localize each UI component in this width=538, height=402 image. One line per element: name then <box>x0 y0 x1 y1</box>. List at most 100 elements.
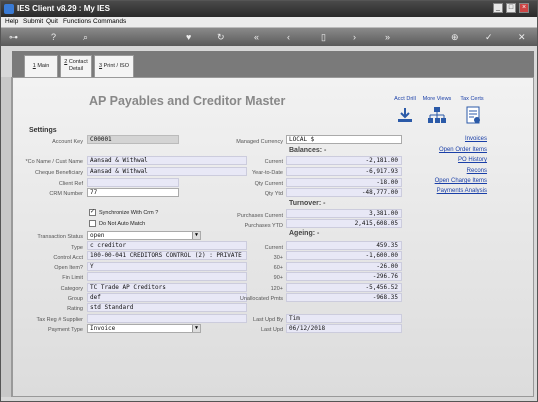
acct-drill-label: Acct Drill <box>394 96 416 102</box>
rating-field[interactable]: std Standard <box>87 303 247 312</box>
menu-help[interactable]: Help <box>5 18 18 25</box>
fast-forward-icon[interactable]: » <box>385 32 390 42</box>
age-30-label: 30+ <box>273 255 283 261</box>
account-key-field[interactable]: C00001 <box>87 135 179 144</box>
add-icon[interactable]: ⊕ <box>451 32 459 42</box>
link-invoices[interactable]: Invoices <box>397 136 487 142</box>
tax-reg-label: Tax Reg # Supplier <box>36 317 83 323</box>
group-label: Group <box>67 296 83 302</box>
menu-submit[interactable]: Submit <box>23 18 43 25</box>
rewind-icon[interactable]: « <box>254 32 259 42</box>
more-views-label: More Views <box>422 96 452 102</box>
age-120-field: -5,456.52 <box>286 283 402 292</box>
side-panel <box>1 77 12 397</box>
tab-print-label: Print / ISO <box>103 63 129 69</box>
link-payments-analysis[interactable]: Payments Analysis <box>397 188 487 194</box>
back-icon[interactable]: ‹ <box>287 32 290 42</box>
no-auto-match-label: Do Not Auto Match <box>99 221 146 227</box>
menu-commands[interactable]: Commands <box>93 18 126 25</box>
payment-type-label: Payment Type <box>47 327 83 333</box>
link-open-order-items[interactable]: Open Order Items <box>397 147 487 153</box>
turnover-heading: Turnover: - <box>289 200 326 207</box>
last-upd-by-label: Last Upd By <box>253 317 283 323</box>
age-30-field: -1,600.00 <box>286 251 402 260</box>
qty-current-label: Qty Current <box>254 181 283 187</box>
control-acct-label: Control Acct <box>53 255 83 261</box>
app-icon <box>4 4 14 14</box>
page-title: AP Payables and Creditor Master <box>89 94 286 108</box>
link-recons[interactable]: Recons <box>397 168 487 174</box>
tax-certs-icon[interactable] <box>463 106 483 124</box>
confirm-icon[interactable]: ✓ <box>485 32 493 42</box>
age-90-label: 90+ <box>273 275 283 281</box>
payment-type-select[interactable]: Invoice ▼ <box>87 324 201 333</box>
minimize-button[interactable]: _ <box>493 3 503 13</box>
favorite-icon[interactable]: ♥ <box>186 32 191 42</box>
purchases-current-label: Purchases Current <box>237 213 283 219</box>
more-views-icon[interactable] <box>427 106 447 124</box>
sync-crm-label: Synchronize With Crm ? <box>99 210 159 216</box>
age-current-field: 459.35 <box>286 241 402 250</box>
settings-heading: Settings <box>29 127 57 134</box>
tab-print-iso[interactable]: 3 Print / ISO <box>94 55 134 77</box>
tab-contact-label: Contact Detail <box>68 59 88 72</box>
toolbar: ⊶ ? ⌕ ♥ ↻ « ‹ ▯ › » ⊕ ✓ ✕ <box>1 28 537 46</box>
link-po-history[interactable]: PO History <box>397 157 487 163</box>
key-icon[interactable]: ⊶ <box>9 32 18 42</box>
age-90-field: -296.76 <box>286 272 402 281</box>
clipboard-icon[interactable]: ▯ <box>321 32 326 42</box>
tax-certs-label: Tax Certs <box>460 96 484 102</box>
current-label: Current <box>264 159 283 165</box>
year-to-date-label: Year-to-Date <box>252 170 283 176</box>
managed-currency-field[interactable]: LOCAL $ <box>286 135 402 144</box>
forward-icon[interactable]: › <box>353 32 356 42</box>
client-ref-field[interactable] <box>87 178 179 187</box>
transaction-status-label: Transaction Status <box>37 234 83 240</box>
unallocated-field: -968.35 <box>286 293 402 302</box>
qty-current-field: -18.00 <box>286 178 402 187</box>
menu-quit[interactable]: Quit <box>46 18 58 25</box>
purchases-current-field: 3,381.00 <box>286 209 402 218</box>
open-item-label: Open Item? <box>54 265 83 271</box>
managed-currency-label: Managed Currency <box>236 139 283 145</box>
balances-heading: Balances: - <box>289 147 327 154</box>
account-key-label: Account Key <box>52 139 83 145</box>
fin-limit-label: Fin Limit <box>62 275 83 281</box>
menu-bar: Help Submit Quit Functions Commands <box>1 17 537 28</box>
client-ref-label: Client Ref <box>58 181 83 187</box>
cheque-beneficiary-label: Cheque Beneficiary <box>34 170 83 176</box>
last-upd-field: 06/12/2018 <box>286 324 402 333</box>
year-to-date-field: -6,917.93 <box>286 167 402 176</box>
age-current-label: Current <box>264 245 283 251</box>
co-name-label: *Co Name / Cust Name <box>25 159 83 165</box>
qty-ytd-field: -48,777.00 <box>286 188 402 197</box>
close-button[interactable]: × <box>519 3 529 13</box>
menu-functions[interactable]: Functions <box>63 18 91 25</box>
transaction-status-value: open <box>90 232 105 239</box>
tab-main[interactable]: 1 Main <box>24 55 58 77</box>
age-60-field: -26.00 <box>286 262 402 271</box>
no-auto-match-checkbox[interactable] <box>89 220 96 227</box>
qty-ytd-label: Qty Ytd <box>264 191 283 197</box>
crm-number-field[interactable]: 77 <box>87 188 179 197</box>
unallocated-label: Unallocated Pmts <box>239 296 283 302</box>
window-title: IES Client v8.29 : My IES <box>17 4 110 13</box>
sync-crm-checkbox[interactable]: ✓ <box>89 209 96 216</box>
rating-label: Rating <box>67 306 83 312</box>
current-field: -2,181.00 <box>286 156 402 165</box>
link-open-charge-items[interactable]: Open Charge Items <box>397 178 487 184</box>
help-icon[interactable]: ? <box>51 32 56 42</box>
acct-drill-icon[interactable] <box>395 106 415 124</box>
main-content: AP Payables and Creditor Master Settings… <box>12 77 534 397</box>
transaction-status-select[interactable]: open ▼ <box>87 231 201 240</box>
payment-type-value: Invoice <box>90 325 116 332</box>
cancel-icon[interactable]: ✕ <box>518 32 526 42</box>
purchases-ytd-label: Purchases YTD <box>244 223 283 229</box>
refresh-icon[interactable]: ↻ <box>217 32 225 42</box>
search-icon[interactable]: ⌕ <box>83 32 88 42</box>
tab-bar: 1 Main 2 Contact Detail 3 Print / ISO <box>12 51 534 77</box>
maximize-button[interactable]: □ <box>506 3 516 13</box>
tab-print-num: 3 <box>99 63 103 69</box>
title-bar: IES Client v8.29 : My IES _ □ × <box>1 1 537 17</box>
tab-contact-detail[interactable]: 2 Contact Detail <box>60 55 92 77</box>
